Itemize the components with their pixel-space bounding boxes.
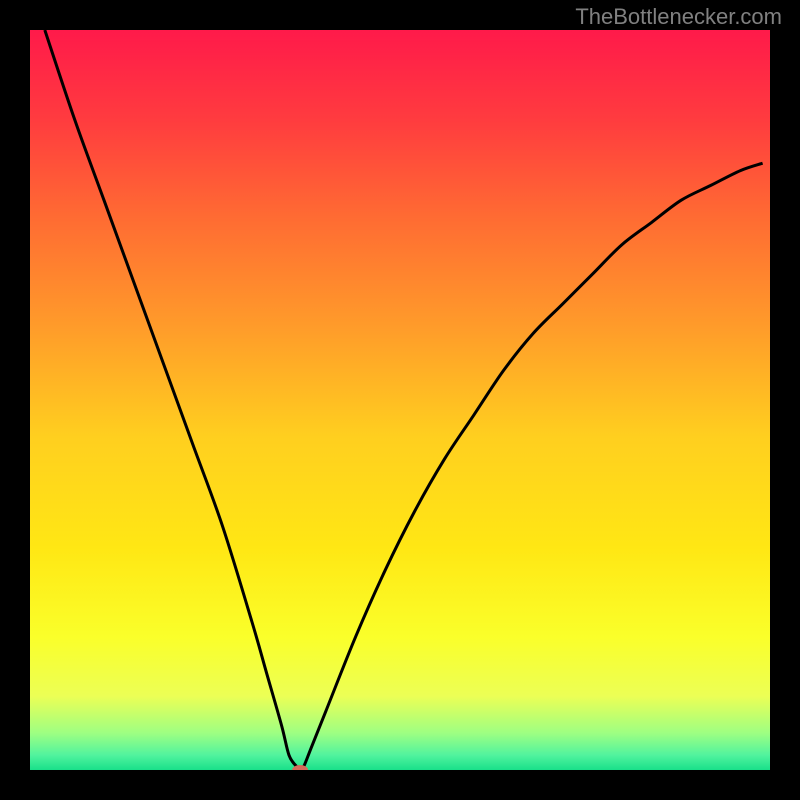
chart-plot-area xyxy=(30,30,770,770)
watermark-text: TheBottlenecker.com xyxy=(575,4,782,30)
gradient-background xyxy=(30,30,770,770)
bottleneck-chart xyxy=(30,30,770,770)
